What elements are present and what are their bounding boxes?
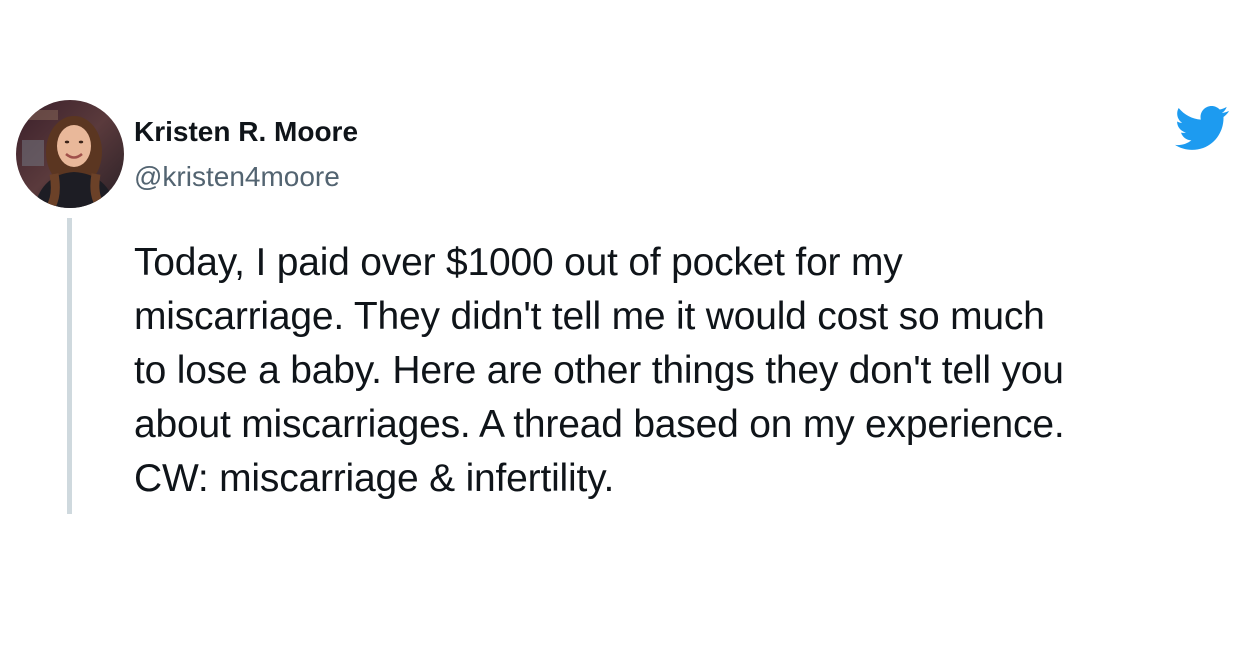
tweet-card: Kristen R. Moore @kristen4moore Today, I… <box>0 0 1250 656</box>
tweet-body: Today, I paid over $1000 out of pocket f… <box>134 236 1234 506</box>
twitter-bird-icon <box>1175 106 1230 150</box>
tweet-text-line: to lose a baby. Here are other things th… <box>134 349 1064 392</box>
tweet-text-line: CW: miscarriage & infertility. <box>134 457 615 500</box>
avatar[interactable] <box>16 100 124 208</box>
user-handle[interactable]: @kristen4moore <box>134 159 340 195</box>
thread-connector-line <box>67 218 72 514</box>
tweet-text-line: miscarriage. They didn't tell me it woul… <box>134 295 1045 338</box>
tweet-text-line: Today, I paid over $1000 out of pocket f… <box>134 241 903 284</box>
display-name[interactable]: Kristen R. Moore <box>134 114 358 150</box>
tweet-text-line: about miscarriages. A thread based on my… <box>134 403 1065 446</box>
profile-photo-icon <box>16 100 124 208</box>
